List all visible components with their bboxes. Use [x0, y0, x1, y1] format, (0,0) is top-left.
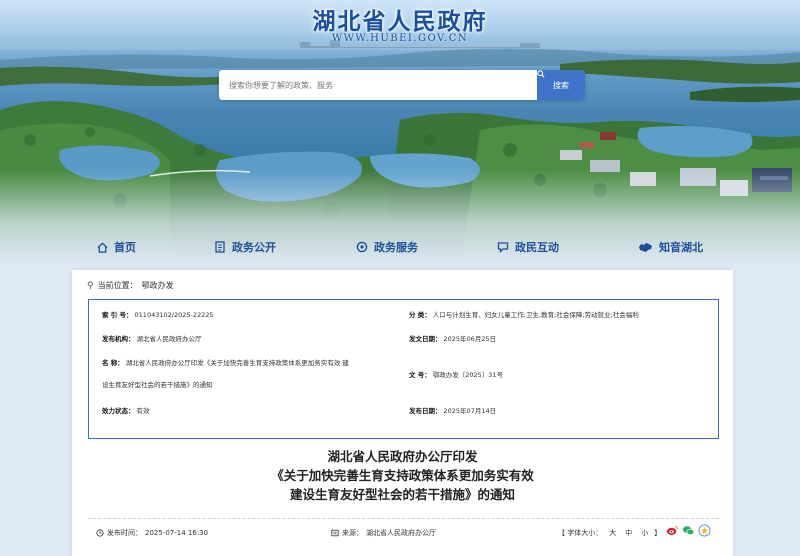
main-nav: 首页 政务公开 政务服务 政民互动 知音湖北 — [0, 236, 800, 258]
search-icon — [537, 70, 545, 78]
meta-doc-number-label: 文 号： — [409, 371, 431, 379]
publish-time-value: 2025-07-14 16:30 — [145, 529, 209, 537]
meta-name-continued: 设生育友好型社会的若干措施》的通知 — [102, 376, 213, 394]
meta-date-issued: 发文日期： 2025年06月25日 — [409, 330, 496, 348]
clock-icon — [96, 529, 104, 537]
meta-name-label: 名 称： — [102, 359, 124, 367]
nav-item-government-affairs[interactable]: 政务公开 — [215, 236, 276, 258]
font-size-medium-button[interactable]: 中 — [625, 528, 632, 538]
meta-date-issued-value: 2025年06月25日 — [443, 335, 497, 343]
site-title[interactable]: 湖北省人民政府 — [0, 2, 800, 36]
qzone-share-icon[interactable] — [698, 524, 711, 537]
meta-issuer-label: 发布机构： — [102, 335, 135, 343]
publish-time-label: 发布时间： — [107, 529, 142, 537]
source-icon — [331, 529, 339, 537]
home-icon — [97, 242, 108, 253]
meta-category: 分 类： 人口与计划生育、妇女儿童工作;卫生;教育;社会保障;劳动就业;社会福利 — [409, 306, 639, 324]
interaction-icon — [497, 242, 509, 253]
weibo-share-icon[interactable] — [666, 524, 679, 537]
meta-validity: 效力状态： 有效 — [102, 402, 150, 420]
hubei-map-icon — [639, 242, 652, 252]
source: 来源： 湖北省人民政府办公厅 — [331, 528, 436, 538]
meta-index: 索 引 号： 011043102/2025-22225 — [102, 306, 214, 324]
header-banner: 湖北省人民政府 WWW.HUBEI.GOV.CN 搜索 — [0, 0, 800, 265]
search-bar: 搜索 — [219, 70, 585, 100]
meta-publish-date: 发布日期： 2025年07月14日 — [409, 402, 496, 420]
breadcrumb-prefix: 当前位置： — [97, 281, 138, 290]
source-value: 湖北省人民政府办公厅 — [366, 529, 436, 537]
meta-index-value: 011043102/2025-22225 — [134, 311, 214, 319]
wechat-share-icon[interactable] — [682, 524, 695, 537]
meta-date-issued-label: 发文日期： — [409, 335, 442, 343]
meta-validity-label: 效力状态： — [102, 407, 135, 415]
nav-item-public-interaction[interactable]: 政民互动 — [497, 236, 559, 258]
nav-item-home[interactable]: 首页 — [97, 236, 136, 258]
font-size-large-button[interactable]: 大 — [609, 528, 616, 538]
meta-validity-value: 有效 — [136, 407, 150, 415]
service-icon — [356, 241, 368, 253]
location-pin-icon: ⚲ — [87, 280, 94, 291]
nav-label-zhiyin-hubei: 知音湖北 — [659, 241, 703, 254]
document-metadata-box: 索 引 号： 011043102/2025-22225 分 类： 人口与计划生育、妇… — [88, 299, 719, 439]
meta-issuer: 发布机构： 湖北省人民政府办公厅 — [102, 330, 202, 348]
search-input[interactable] — [219, 70, 537, 100]
meta-publish-date-label: 发布日期： — [409, 407, 442, 415]
document-title: 湖北省人民政府办公厅印发 《关于加快完善生育支持政策体系更加务实有效 建设生育友… — [72, 447, 733, 504]
breadcrumb: ⚲ 当前位置： 鄂政办发 — [87, 280, 174, 291]
meta-doc-number-value: 鄂政办发〔2025〕31号 — [432, 371, 504, 379]
meta-index-label: 索 引 号： — [102, 311, 133, 319]
document-title-line3: 建设生育友好型社会的若干措施》的通知 — [289, 487, 515, 502]
meta-name: 名 称： 湖北省人民政府办公厅印发《关于加快完善生育支持政策体系更加务实有效 建 — [102, 354, 349, 372]
divider — [88, 518, 719, 519]
publish-time: 发布时间： 2025-07-14 16:30 — [96, 528, 208, 538]
meta-doc-number: 文 号： 鄂政办发〔2025〕31号 — [409, 366, 503, 384]
nav-label-government-affairs: 政务公开 — [232, 241, 276, 254]
breadcrumb-current-link[interactable]: 鄂政办发 — [142, 280, 174, 291]
font-size-small-button[interactable]: 小 — [641, 528, 648, 538]
font-size-prefix: 【 字体大小： — [558, 529, 603, 537]
font-size-suffix: 】 — [654, 529, 662, 537]
search-button-label: 搜索 — [553, 80, 569, 90]
nav-label-government-services: 政务服务 — [374, 241, 418, 254]
site-url: WWW.HUBEI.GOV.CN — [331, 33, 469, 44]
meta-category-label: 分 类： — [409, 311, 431, 319]
nav-label-public-interaction: 政民互动 — [515, 241, 559, 254]
meta-publish-date-value: 2025年07月14日 — [443, 407, 497, 415]
font-size-controls: 【 字体大小： 大 中 小 】 — [558, 528, 661, 538]
source-label: 来源： — [342, 529, 363, 537]
document-title-line2: 《关于加快完善生育支持政策体系更加务实有效 — [271, 468, 534, 483]
document-icon — [215, 241, 225, 253]
meta-name-value-line1: 湖北省人民政府办公厅印发《关于加快完善生育支持政策体系更加务实有效 建 — [125, 359, 349, 367]
nav-label-home: 首页 — [114, 241, 136, 254]
meta-name-value-line2: 设生育友好型社会的若干措施》的通知 — [102, 381, 213, 389]
document-title-line1: 湖北省人民政府办公厅印发 — [327, 449, 478, 464]
nav-item-government-services[interactable]: 政务服务 — [356, 236, 418, 258]
meta-issuer-value: 湖北省人民政府办公厅 — [136, 335, 202, 343]
nav-item-zhiyin-hubei[interactable]: 知音湖北 — [638, 236, 703, 258]
meta-category-value: 人口与计划生育、妇女儿童工作;卫生;教育;社会保障;劳动就业;社会福利 — [432, 311, 639, 319]
search-button[interactable]: 搜索 — [537, 70, 585, 100]
content-card: ⚲ 当前位置： 鄂政办发 索 引 号： 011043102/2025-22225 … — [72, 270, 733, 556]
